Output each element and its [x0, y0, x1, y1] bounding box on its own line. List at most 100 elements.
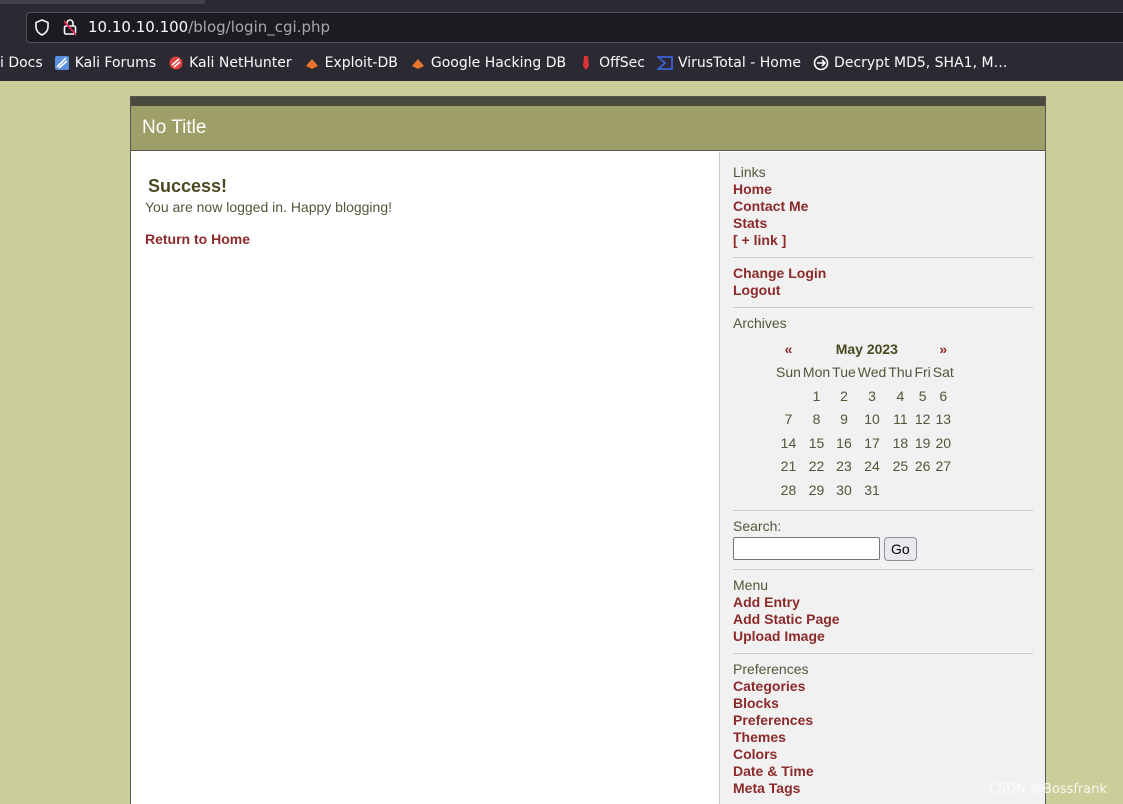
- url-host: 10.10.10.100: [88, 18, 189, 36]
- calendar-day: [887, 478, 913, 502]
- link-add-link[interactable]: [ + link ]: [733, 232, 1033, 249]
- menu-block: Menu Add Entry Add Static Page Upload Im…: [733, 577, 1033, 654]
- weekday-label: Wed: [857, 364, 887, 381]
- calendar-day: 4: [896, 387, 905, 404]
- links-block: Links Home Contact Me Stats [ + link ]: [733, 164, 1033, 258]
- exploit-db-icon: [305, 59, 318, 69]
- main-content: Success! You are now logged in. Happy bl…: [131, 152, 719, 804]
- blocks-link[interactable]: Blocks: [733, 695, 1033, 712]
- weekday-label: Thu: [888, 364, 913, 381]
- preferences-link[interactable]: Preferences: [733, 712, 1033, 729]
- calendar-next-month[interactable]: »: [932, 337, 955, 361]
- success-message: You are now logged in. Happy blogging!: [145, 199, 393, 215]
- url-text[interactable]: 10.10.10.100/blog/login_cgi.php: [88, 18, 330, 36]
- menu-heading: Menu: [733, 576, 769, 593]
- bookmark-label: VirusTotal - Home: [677, 55, 802, 71]
- calendar-day: 19: [914, 434, 931, 451]
- calendar-week: 14 15 16 17 18 19 20: [775, 431, 955, 455]
- weekday-label: Sat: [932, 364, 954, 381]
- calendar-day: 29: [808, 481, 825, 498]
- change-login-link[interactable]: Change Login: [733, 265, 1033, 282]
- calendar-day: 13: [935, 411, 952, 428]
- add-entry-link[interactable]: Add Entry: [733, 594, 1033, 611]
- calendar-day: 8: [812, 411, 821, 428]
- search-go-button[interactable]: Go: [884, 536, 917, 561]
- bookmark-label: Kali Forums: [74, 55, 157, 71]
- link-stats[interactable]: Stats: [733, 215, 1033, 232]
- kali-dragon-icon: [54, 56, 69, 70]
- bookmarks-bar: i Docs Kali Forums Kali NetHunter Exploi…: [0, 50, 1020, 76]
- bookmark-docs[interactable]: i Docs: [0, 55, 43, 71]
- calendar-day: 11: [893, 411, 908, 428]
- calendar-day: 14: [780, 434, 797, 451]
- shield-icon[interactable]: [34, 19, 50, 36]
- site-title: No Title: [142, 117, 207, 138]
- calendar-day: 10: [864, 411, 880, 428]
- calendar-day: [775, 384, 802, 408]
- calendar-day: 9: [840, 411, 848, 428]
- calendar-day: 20: [935, 434, 952, 451]
- link-home[interactable]: Home: [733, 181, 1033, 198]
- calendar-day: 27: [935, 458, 952, 475]
- return-home-link[interactable]: Return to Home: [145, 231, 705, 248]
- calendar-day: 5: [918, 387, 927, 404]
- bookmark-decrypt-md5[interactable]: Decrypt MD5, SHA1, M…: [813, 55, 1008, 71]
- virustotal-icon: [656, 56, 673, 70]
- bookmark-offsec[interactable]: OffSec: [578, 55, 645, 71]
- calendar-week: 1 2 3 4 5 6: [775, 384, 955, 408]
- logout-link[interactable]: Logout: [733, 282, 1033, 299]
- calendar-day: 15: [808, 434, 825, 451]
- header-stripe: [131, 97, 1045, 106]
- date-time-link[interactable]: Date & Time: [733, 763, 1033, 780]
- offsec-icon: [583, 56, 590, 70]
- calendar-day: 21: [780, 458, 797, 475]
- calendar-day: 28: [780, 481, 797, 498]
- bookmark-virustotal[interactable]: VirusTotal - Home: [656, 55, 802, 71]
- calendar-month: May 2023: [835, 340, 898, 357]
- weekday-label: Fri: [914, 364, 931, 381]
- calendar-week: 28 29 30 31: [775, 478, 955, 502]
- search-label: Search:: [733, 517, 782, 534]
- calendar-weekdays: Sun Mon Tue Wed Thu Fri Sat: [775, 361, 955, 385]
- search-row: Go: [733, 536, 1033, 561]
- calendar-day: 1: [812, 387, 821, 404]
- calendar-day: 17: [864, 434, 880, 451]
- nethunter-icon: [169, 56, 183, 70]
- bookmark-exploit-db[interactable]: Exploit-DB: [304, 55, 398, 71]
- bookmark-kali-nethunter[interactable]: Kali NetHunter: [168, 55, 292, 71]
- themes-link[interactable]: Themes: [733, 729, 1033, 746]
- archives-block: Archives « May 2023 » Sun Mon Tue Wed Th…: [733, 315, 1033, 511]
- calendar-day: 31: [864, 481, 880, 498]
- calendar-week: 7 8 9 10 11 12 13: [775, 408, 955, 432]
- calendar-prev-month[interactable]: «: [775, 337, 802, 361]
- link-contact-me[interactable]: Contact Me: [733, 198, 1033, 215]
- decrypt-icon: [813, 55, 829, 71]
- bookmark-label: Exploit-DB: [324, 55, 398, 71]
- categories-link[interactable]: Categories: [733, 678, 1033, 695]
- links-heading: Links: [733, 164, 766, 180]
- calendar-day: 16: [836, 434, 852, 451]
- bookmark-label: Decrypt MD5, SHA1, M…: [834, 55, 1008, 71]
- calendar-day: 6: [939, 387, 948, 404]
- insecure-lock-icon[interactable]: [62, 18, 78, 36]
- weekday-label: Sun: [776, 364, 801, 381]
- blog-page: No Title Success! You are now logged in.…: [130, 96, 1046, 804]
- archives-heading: Archives: [733, 315, 787, 331]
- add-static-page-link[interactable]: Add Static Page: [733, 611, 1033, 628]
- calendar-day: 22: [808, 458, 825, 475]
- browser-toolbar: 10.10.10.100/blog/login_cgi.php i Docs K…: [0, 0, 1123, 81]
- calendar-day: [932, 478, 955, 502]
- upload-image-link[interactable]: Upload Image: [733, 628, 1033, 645]
- calendar-day: 30: [836, 481, 852, 498]
- bookmark-kali-forums[interactable]: Kali Forums: [54, 55, 156, 71]
- calendar-day: 23: [836, 458, 852, 475]
- bookmark-google-hacking-db[interactable]: Google Hacking DB: [410, 55, 566, 71]
- preferences-heading: Preferences: [733, 660, 809, 677]
- calendar-day: 24: [864, 458, 880, 475]
- calendar-day: 7: [784, 411, 793, 428]
- search-block: Search: Go: [733, 518, 1033, 570]
- ghdb-icon: [411, 59, 424, 69]
- colors-link[interactable]: Colors: [733, 746, 1033, 763]
- calendar-day: 26: [914, 458, 931, 475]
- search-input[interactable]: [733, 537, 880, 560]
